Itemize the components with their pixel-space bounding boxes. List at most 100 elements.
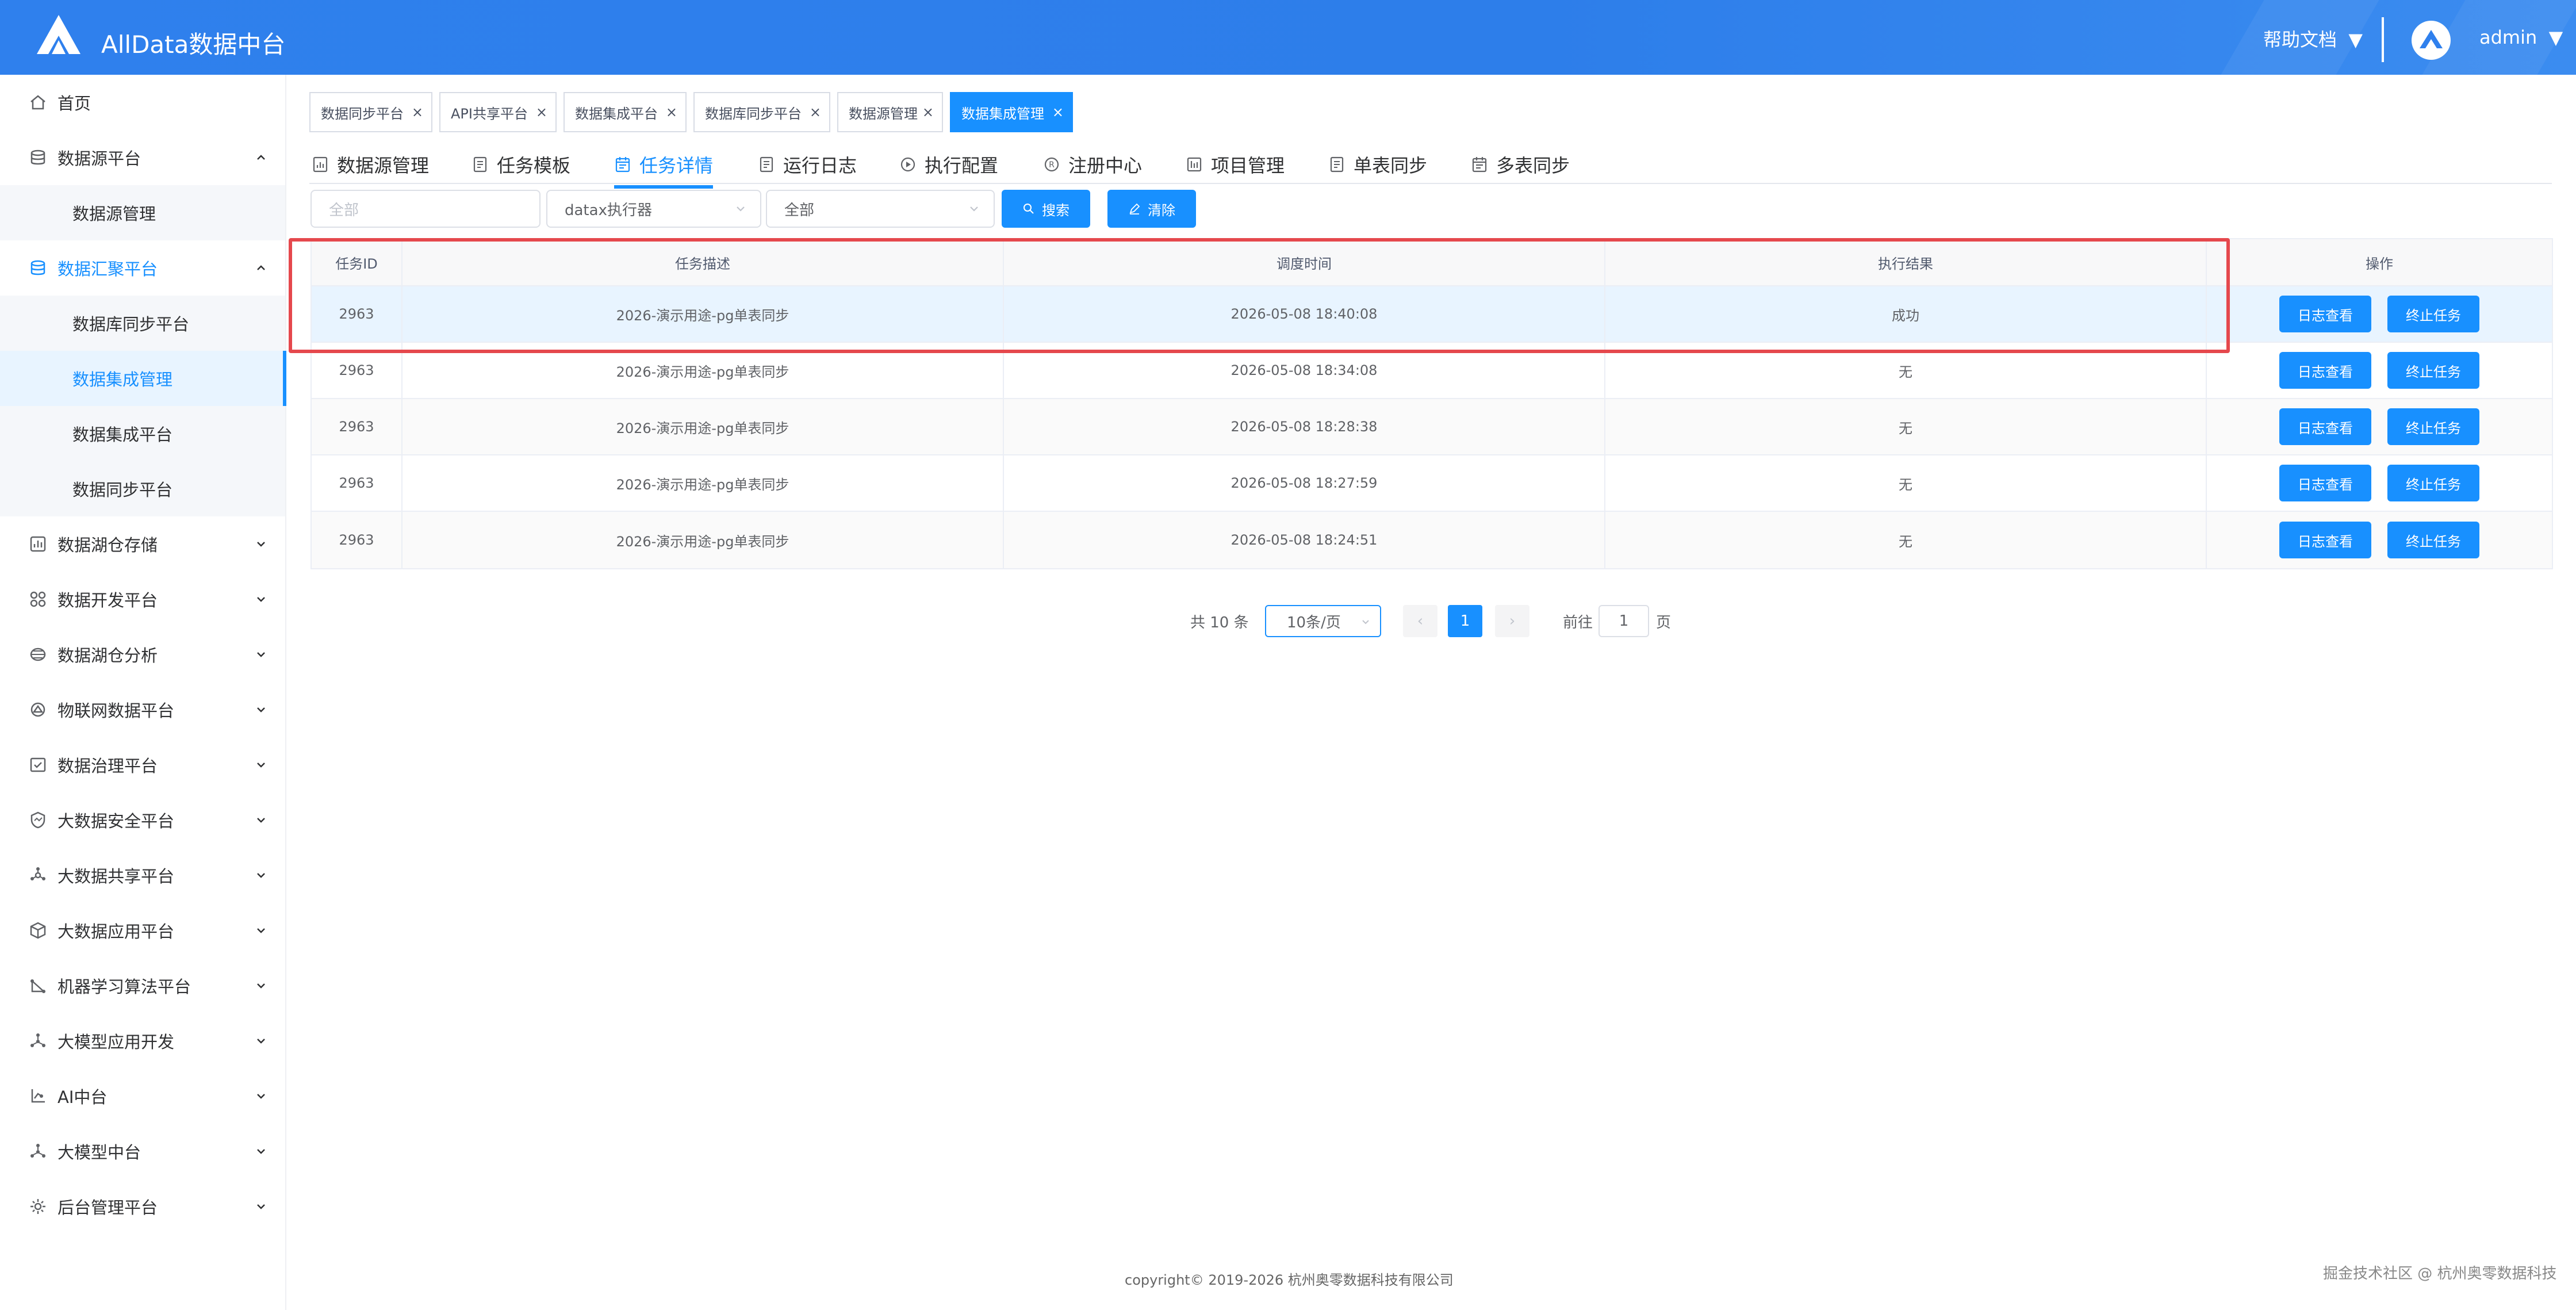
tag-datasource-manage[interactable]: 数据源管理 × — [837, 92, 943, 132]
stop-task-button[interactable]: 终止任务 — [2387, 522, 2479, 558]
page-size-select[interactable]: 10条/页 — [1265, 605, 1381, 637]
table-row[interactable]: 2963 2026-演示用途-pg单表同步 2026-05-08 18:40:0… — [312, 286, 2552, 343]
stop-task-button[interactable]: 终止任务 — [2387, 408, 2479, 445]
sidebar-item-llm-platform[interactable]: 大模型中台 — [0, 1124, 285, 1179]
sidebar-item-lakehouse-storage[interactable]: 数据湖仓存储 — [0, 516, 285, 572]
prev-page-button[interactable]: ‹ — [1403, 605, 1438, 637]
tag-integration-platform[interactable]: 数据集成平台 × — [564, 92, 687, 132]
app-logo-icon[interactable] — [34, 13, 83, 58]
stop-task-button[interactable]: 终止任务 — [2387, 465, 2479, 501]
sidebar-item-ai-platform[interactable]: AI中台 — [0, 1068, 285, 1124]
chevron-down-icon — [257, 763, 265, 768]
table-header-row: 任务ID 任务描述 调度时间 执行结果 操作 — [312, 239, 2552, 286]
close-icon[interactable]: × — [922, 104, 934, 120]
page-size-value: 10条/页 — [1287, 614, 1341, 631]
executor-select[interactable]: datax执行器 — [546, 190, 761, 228]
tab-task-template[interactable]: 任务模板 — [471, 148, 570, 181]
goto-page-input[interactable]: 1 — [1598, 605, 1649, 637]
tag-label: 数据源管理 — [849, 105, 918, 122]
home-icon — [28, 92, 48, 113]
sidebar-item-label: 首页 — [57, 94, 91, 113]
close-icon[interactable]: × — [666, 104, 677, 120]
avatar[interactable] — [2412, 21, 2451, 60]
doc-icon — [1330, 156, 1344, 173]
sidebar-item-label: 大模型中台 — [57, 1143, 141, 1162]
sidebar-item-llm-app[interactable]: 大模型应用开发 — [0, 1013, 285, 1068]
stop-task-button[interactable]: 终止任务 — [2387, 352, 2479, 389]
help-docs-menu[interactable]: 帮助文档 ▼ — [2263, 25, 2363, 52]
table-row[interactable]: 2963 2026-演示用途-pg单表同步 2026-05-08 18:34:0… — [312, 343, 2552, 399]
tag-label: 数据集成平台 — [575, 105, 658, 122]
calendar-icon — [615, 157, 630, 173]
tag-integration-manage[interactable]: 数据集成管理 × — [950, 92, 1073, 132]
goto-suffix: 页 — [1656, 614, 1672, 631]
cell-exec-result: 无 — [1605, 512, 2207, 568]
close-icon[interactable]: × — [412, 104, 423, 120]
user-menu[interactable]: admin ▼ — [2479, 26, 2563, 48]
task-search-placeholder: 全部 — [329, 201, 359, 219]
sidebar-item-db-sync[interactable]: 数据库同步平台 — [0, 296, 285, 351]
view-log-button[interactable]: 日志查看 — [2279, 352, 2371, 389]
sidebar-item-data-aggregation[interactable]: 数据汇聚平台 — [0, 240, 285, 296]
cell-schedule-time: 2026-05-08 18:28:38 — [1004, 399, 1605, 454]
tab-datasource-manage[interactable]: 数据源管理 — [312, 148, 429, 181]
tab-registry[interactable]: R 注册中心 — [1043, 148, 1142, 181]
status-select[interactable]: 全部 — [766, 190, 995, 228]
search-button[interactable]: 搜索 — [1002, 190, 1090, 228]
sidebar-item-governance[interactable]: 数据治理平台 — [0, 737, 285, 792]
user-menu-arrow: ▼ — [2548, 26, 2563, 48]
doc-icon — [760, 156, 773, 173]
view-log-button[interactable]: 日志查看 — [2279, 408, 2371, 445]
sidebar-item-security[interactable]: 大数据安全平台 — [0, 792, 285, 848]
sidebar-item-ml[interactable]: 机器学习算法平台 — [0, 958, 285, 1013]
sidebar-item-admin[interactable]: 后台管理平台 — [0, 1179, 285, 1234]
sidebar-item-datasource-platform[interactable]: 数据源平台 — [0, 130, 285, 185]
shield-icon — [28, 810, 48, 830]
tag-api-share[interactable]: API共享平台 × — [439, 92, 557, 132]
stop-task-button[interactable]: 终止任务 — [2387, 296, 2479, 332]
sidebar-item-label: 数据集成平台 — [72, 425, 173, 445]
task-search-input[interactable]: 全部 — [310, 190, 540, 228]
tag-db-sync[interactable]: 数据库同步平台 × — [693, 92, 830, 132]
edit-icon — [1129, 203, 1140, 214]
sidebar-item-label: AI中台 — [57, 1087, 108, 1107]
sidebar-item-lakehouse-analysis[interactable]: 数据湖仓分析 — [0, 627, 285, 682]
sidebar-item-application[interactable]: 大数据应用平台 — [0, 903, 285, 958]
view-log-button[interactable]: 日志查看 — [2279, 465, 2371, 501]
tag-label: API共享平台 — [451, 105, 528, 122]
clear-button[interactable]: 清除 — [1107, 190, 1196, 228]
sidebar-item-sharing[interactable]: 大数据共享平台 — [0, 848, 285, 903]
view-log-button[interactable]: 日志查看 — [2279, 296, 2371, 332]
tab-single-table-sync[interactable]: 单表同步 — [1328, 148, 1427, 181]
table-row[interactable]: 2963 2026-演示用途-pg单表同步 2026-05-08 18:27:5… — [312, 455, 2552, 512]
sidebar-item-iot-platform[interactable]: 物联网数据平台 — [0, 682, 285, 737]
tab-multi-table-sync[interactable]: 多表同步 — [1471, 148, 1570, 181]
cell-schedule-time: 2026-05-08 18:34:08 — [1004, 343, 1605, 398]
close-icon[interactable]: × — [1052, 104, 1064, 120]
sidebar-item-dev-platform[interactable]: 数据开发平台 — [0, 572, 285, 627]
tab-task-detail[interactable]: 任务详情 — [614, 148, 714, 189]
tab-project-manage[interactable]: 项目管理 — [1186, 148, 1285, 181]
sidebar-item-label: 数据开发平台 — [57, 591, 158, 610]
close-icon[interactable]: × — [810, 104, 821, 120]
sidebar-item-integration-manage[interactable]: 数据集成管理 — [0, 351, 286, 406]
tag-sync-platform[interactable]: 数据同步平台 × — [309, 92, 432, 132]
tab-exec-config[interactable]: 执行配置 — [899, 148, 998, 181]
sidebar-item-sync-platform[interactable]: 数据同步平台 — [0, 461, 285, 516]
tab-label: 项目管理 — [1211, 155, 1285, 177]
chevron-down-icon — [970, 206, 978, 212]
close-icon[interactable]: × — [536, 104, 547, 120]
chevron-down-icon — [737, 206, 745, 212]
cell-exec-result: 无 — [1605, 455, 2207, 511]
next-page-button[interactable]: › — [1495, 605, 1529, 637]
view-log-button[interactable]: 日志查看 — [2279, 522, 2371, 558]
table-row[interactable]: 2963 2026-演示用途-pg单表同步 2026-05-08 18:28:3… — [312, 399, 2552, 455]
sidebar-item-datasource-manage[interactable]: 数据源管理 — [0, 185, 285, 240]
page-number-current[interactable]: 1 — [1448, 605, 1482, 637]
sidebar-item-integration-platform[interactable]: 数据集成平台 — [0, 406, 285, 461]
app-title[interactable]: AllData数据中台 — [101, 25, 285, 60]
table-row[interactable]: 2963 2026-演示用途-pg单表同步 2026-05-08 18:24:5… — [312, 512, 2552, 568]
sidebar-item-home[interactable]: 首页 — [0, 75, 285, 130]
tab-run-log[interactable]: 运行日志 — [758, 148, 857, 181]
ml-icon — [28, 975, 48, 996]
